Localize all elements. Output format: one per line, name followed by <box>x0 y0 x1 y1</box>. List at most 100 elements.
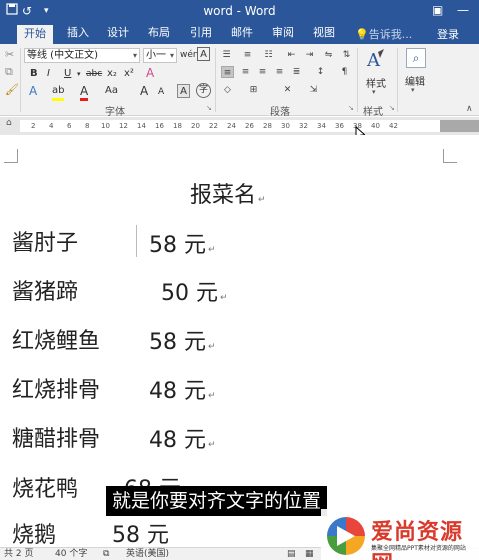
margin-corner-mark <box>4 149 18 163</box>
status-language[interactable]: 英语(美国) <box>126 548 169 560</box>
horizontal-ruler[interactable]: ⌂ 2 4 6 8 10 12 14 16 18 20 22 24 26 28 … <box>0 117 479 142</box>
styles-group-label: 样式 <box>363 107 383 118</box>
minimize-icon[interactable]: — <box>457 3 469 17</box>
underline-menu-icon[interactable]: ▾ <box>77 67 81 81</box>
justify-button[interactable]: ≡ <box>273 66 286 78</box>
cut-icon[interactable]: ✂ <box>5 48 14 61</box>
subscript-button[interactable]: x₂ <box>107 67 117 81</box>
styles-dialog-launcher-icon[interactable]: ↘ <box>389 104 395 112</box>
ribbon-display-options-icon[interactable]: ▣ <box>432 3 443 17</box>
tab-review[interactable]: 审阅 <box>272 26 294 40</box>
styles-icon[interactable]: A <box>366 48 386 77</box>
borders-button[interactable]: ⊞ <box>247 84 260 96</box>
chinese-layout-button[interactable]: ⇋ <box>322 49 335 61</box>
tab-home[interactable]: 开始 <box>17 25 53 44</box>
change-case-button[interactable]: Aa <box>105 84 118 98</box>
shrink-font-button[interactable]: A <box>158 85 164 99</box>
ribbon: ✂ ⧉ 🖌 等线 (中文正文) ▾ 小一 ▾ wén A B I U ▾ abc… <box>0 44 479 118</box>
menu-item-price: 58 元 ↵ <box>149 227 216 259</box>
video-subtitle: 就是你要对齐文字的位置 <box>106 486 328 516</box>
chevron-down-icon[interactable]: ▾ <box>372 88 376 96</box>
tab-references[interactable]: 引用 <box>190 26 212 40</box>
ruler-number: 10 <box>101 122 110 130</box>
highlight-button[interactable]: ab <box>52 84 65 101</box>
editing-button-label[interactable]: 编辑 <box>405 73 425 88</box>
font-size-combo[interactable]: 小一 ▾ <box>143 48 177 63</box>
divider <box>357 48 358 112</box>
sign-in-link[interactable]: 登录 <box>437 26 459 42</box>
asian-layout-button[interactable]: ✕ <box>281 84 294 96</box>
font-dialog-launcher-icon[interactable]: ↘ <box>206 104 212 112</box>
align-center-button[interactable]: ≡ <box>239 66 252 78</box>
tab-mailings[interactable]: 邮件 <box>231 26 253 40</box>
format-painter-icon[interactable]: 🖌 <box>5 83 19 96</box>
phonetic-guide-button[interactable]: wén <box>180 48 199 62</box>
italic-button[interactable]: I <box>47 67 50 81</box>
show-marks-button[interactable]: ¶ <box>338 66 351 78</box>
price-text: 50 元 <box>161 281 218 306</box>
text-effects-button[interactable]: A <box>29 84 37 98</box>
price-text: 48 元 <box>149 379 206 404</box>
ruler-number: 6 <box>67 122 72 130</box>
price-text: 58 元 <box>149 233 206 258</box>
font-group-label: 字体 <box>105 107 125 118</box>
multilevel-list-button[interactable]: ☷ <box>262 49 275 61</box>
font-color-button[interactable]: A <box>80 84 89 101</box>
tab-design[interactable]: 设计 <box>107 26 129 40</box>
tab-view[interactable]: 视图 <box>313 26 335 40</box>
print-layout-icon[interactable]: ▦ <box>305 548 314 560</box>
status-word-count[interactable]: 40 个字 <box>55 548 87 560</box>
margin-corner-mark <box>443 149 457 163</box>
paragraph-mark: ↵ <box>208 245 216 255</box>
divider <box>397 48 398 112</box>
ruler-number: 24 <box>227 122 236 130</box>
strikethrough-button[interactable]: abc <box>86 67 102 81</box>
bullets-button[interactable]: ☰ <box>220 49 233 61</box>
line-spacing-button[interactable]: ↕ <box>314 66 327 78</box>
tab-layout[interactable]: 布局 <box>148 26 170 40</box>
text-direction-button[interactable]: ⇲ <box>307 84 320 96</box>
character-border-button[interactable]: A <box>197 47 210 61</box>
sort-button[interactable]: ⇅ <box>340 49 353 61</box>
paragraph-mark: ↵ <box>220 293 228 303</box>
clear-formatting-button[interactable]: A <box>146 66 154 80</box>
increase-indent-button[interactable]: ⇥ <box>303 49 316 61</box>
align-left-button[interactable]: ≡ <box>221 66 234 78</box>
enclose-characters-button[interactable]: 字 <box>196 83 211 98</box>
underline-button[interactable]: U <box>64 67 71 81</box>
numbering-button[interactable]: ≡ <box>241 49 254 61</box>
decrease-indent-button[interactable]: ⇤ <box>285 49 298 61</box>
menu-item-price: 58 元 <box>112 517 169 547</box>
collapse-ribbon-icon[interactable]: ∧ <box>466 104 473 114</box>
paragraph-mark: ↵ <box>208 440 216 450</box>
indent-marker-icon[interactable]: ⌂ <box>6 118 12 128</box>
menu-item-name: 红烧鲤鱼 <box>12 329 101 354</box>
shading-button[interactable]: ◇ <box>221 84 234 96</box>
grow-font-button[interactable]: A <box>140 84 148 98</box>
copy-icon[interactable]: ⧉ <box>5 65 13 79</box>
font-name-combo[interactable]: 等线 (中文正文) ▾ <box>24 48 140 63</box>
ruler-number: 20 <box>191 122 200 130</box>
distributed-button[interactable]: ≣ <box>290 66 303 78</box>
chevron-down-icon[interactable]: ▾ <box>411 86 415 94</box>
read-mode-icon[interactable]: ▤ <box>287 548 296 560</box>
tab-insert[interactable]: 插入 <box>67 26 89 40</box>
tab-guide-line <box>136 225 137 257</box>
character-shading-button[interactable]: A <box>177 84 190 98</box>
superscript-button[interactable]: x² <box>124 67 134 81</box>
ruler-number: 8 <box>85 122 90 130</box>
tell-me-box[interactable]: 💡告诉我... <box>355 26 412 42</box>
styles-button-label[interactable]: 样式 <box>366 75 386 90</box>
proofing-icon[interactable]: ⧉ <box>103 548 109 560</box>
chevron-down-icon: ▾ <box>169 51 174 60</box>
menu-item-price: 48 元 ↵ <box>149 373 216 405</box>
word-window: ↺ ▾ word - Word ▣ — 开始 插入 设计 布局 引用 邮件 审阅… <box>0 0 479 560</box>
paragraph-dialog-launcher-icon[interactable]: ↘ <box>348 104 354 112</box>
bold-button[interactable]: B <box>30 67 38 81</box>
menu-item-name: 红烧排骨 <box>12 378 101 403</box>
align-right-button[interactable]: ≡ <box>256 66 269 78</box>
status-page-count[interactable]: 共 2 页 <box>4 548 33 560</box>
paragraph-mark: ↵ <box>208 391 216 401</box>
find-icon[interactable]: ⌕ <box>406 48 426 68</box>
ruler-number: 32 <box>299 122 308 130</box>
